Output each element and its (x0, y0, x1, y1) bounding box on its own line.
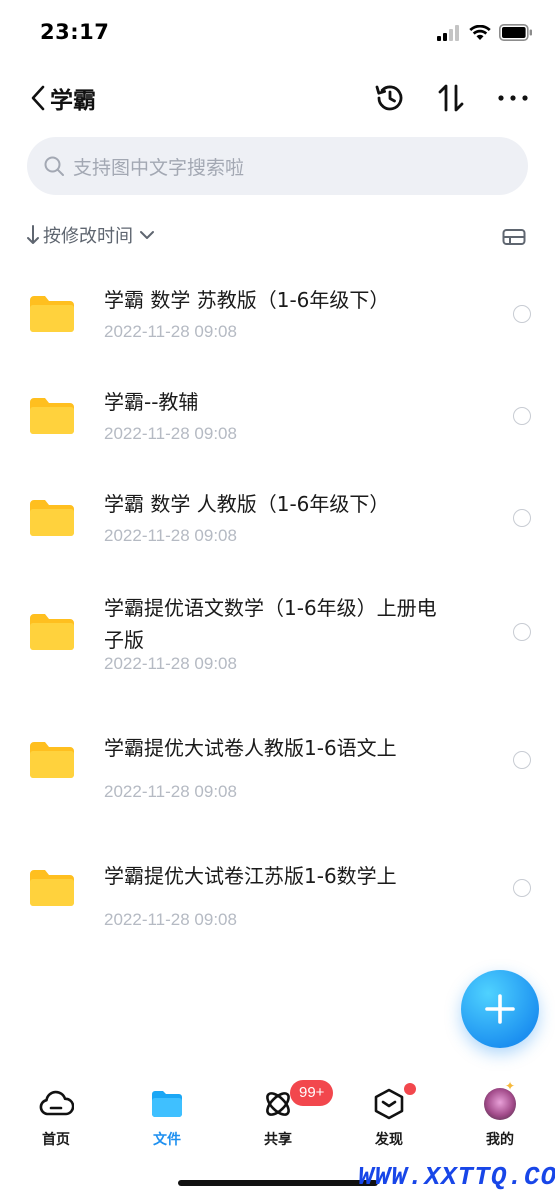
file-name: 学霸--教辅 (104, 390, 199, 414)
select-checkbox[interactable] (513, 751, 531, 769)
file-date: 2022-11-28 09:08 (104, 322, 237, 341)
discover-notification-dot (404, 1083, 416, 1095)
file-date: 2022-11-28 09:08 (104, 782, 237, 801)
select-checkbox[interactable] (513, 509, 531, 527)
chevron-down-icon (140, 231, 154, 239)
file-name: 学霸 数学 苏教版（1-6年级下） (104, 288, 390, 312)
more-button[interactable] (495, 80, 531, 116)
tab-bar: 首页 文件 共享 发现 我的 (0, 1078, 555, 1158)
file-name: 学霸提优大试卷江苏版1-6数学上 (104, 864, 397, 888)
folder-icon (30, 296, 74, 332)
transfer-arrows-icon (438, 84, 464, 112)
folder-icon (30, 398, 74, 434)
back-button[interactable]: 学霸 (30, 82, 96, 114)
arrow-down-icon (27, 225, 39, 244)
history-button[interactable] (372, 80, 408, 116)
tab-home-label: 首页 (42, 1132, 70, 1148)
select-checkbox[interactable] (513, 407, 531, 425)
select-checkbox[interactable] (513, 305, 531, 323)
tab-discover-label: 发现 (375, 1132, 403, 1148)
sort-label: 按修改时间 (43, 226, 133, 247)
sort-row: 按修改时间 (26, 220, 531, 252)
watermark: WWW.XXTTQ.COM (358, 1162, 555, 1192)
search-icon (44, 156, 64, 176)
tab-files-label: 文件 (153, 1132, 181, 1148)
home-indicator (178, 1180, 378, 1186)
folder-icon (30, 500, 74, 536)
more-dots-icon (498, 95, 528, 101)
search-placeholder: 支持图中文字搜索啦 (73, 156, 245, 179)
sort-by-modified-button[interactable]: 按修改时间 (26, 222, 155, 248)
view-toggle-button[interactable] (501, 224, 527, 250)
file-name: 学霸 数学 人教版（1-6年级下） (104, 492, 390, 516)
file-date: 2022-11-28 09:08 (104, 424, 237, 443)
share-count-badge: 99+ (290, 1080, 334, 1106)
file-name: 学霸提优语文数学（1-6年级）上册电子版 (104, 596, 437, 652)
file-date: 2022-11-28 09:08 (104, 526, 237, 545)
folder-icon (30, 870, 74, 906)
list-view-icon (502, 229, 526, 245)
wifi-icon (469, 24, 491, 40)
tab-discover[interactable]: 发现 (349, 1078, 429, 1158)
nav-bar: 学霸 (0, 72, 555, 124)
file-name: 学霸提优大试卷人教版1-6语文上 (104, 736, 397, 760)
cloud-icon (38, 1086, 74, 1122)
file-date: 2022-11-28 09:08 (104, 654, 237, 673)
cellular-signal-icon (437, 24, 459, 41)
folder-icon (30, 614, 74, 650)
page-title: 学霸 (50, 88, 96, 114)
select-checkbox[interactable] (513, 879, 531, 897)
crown-icon: ✦ (505, 1079, 516, 1093)
chevron-left-icon (31, 85, 45, 111)
tab-home[interactable]: 首页 (16, 1078, 96, 1158)
plus-icon (485, 994, 515, 1024)
select-checkbox[interactable] (513, 623, 531, 641)
history-icon (375, 85, 403, 111)
search-input[interactable]: 支持图中文字搜索啦 (27, 137, 528, 195)
file-date: 2022-11-28 09:08 (104, 910, 237, 929)
status-time: 23:17 (40, 20, 110, 44)
battery-icon (499, 24, 532, 41)
tab-me[interactable]: 我的 (460, 1078, 540, 1158)
folder-icon (30, 742, 74, 778)
tab-me-label: 我的 (486, 1132, 514, 1148)
folder-icon (149, 1086, 185, 1122)
tab-files[interactable]: 文件 (127, 1078, 207, 1158)
status-bar: 23:17 (0, 0, 555, 66)
discover-box-icon (371, 1086, 407, 1122)
add-button[interactable] (461, 970, 539, 1048)
tab-share-label: 共享 (264, 1132, 292, 1148)
transfer-button[interactable] (433, 80, 469, 116)
status-icons (437, 24, 533, 41)
